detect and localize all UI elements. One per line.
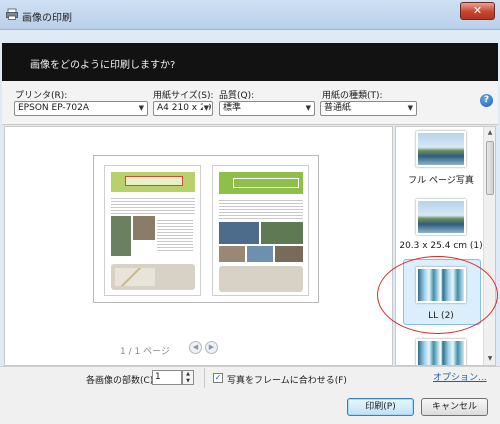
quality-label: 品質(Q): — [219, 91, 255, 101]
paper-size-select[interactable]: A4 210 x 29 ▼ — [153, 101, 213, 116]
paper-size-label: 用紙サイズ(S): — [153, 91, 214, 101]
page-photo — [261, 222, 303, 244]
preview-sheet — [93, 155, 319, 303]
printer-select[interactable]: EPSON EP-702A ▼ — [14, 101, 148, 116]
preview-page-left — [104, 165, 201, 296]
print-preview — [4, 126, 393, 366]
page-text — [157, 218, 193, 252]
quality-select[interactable]: 標準 ▼ — [219, 101, 315, 116]
title-bar: 画像の印刷 — [0, 0, 500, 30]
chevron-down-icon: ▼ — [305, 104, 311, 112]
scroll-down-icon[interactable]: ▼ — [484, 353, 496, 365]
window-title: 画像の印刷 — [22, 13, 72, 24]
printer-label: プリンタ(R): — [15, 91, 68, 101]
paper-type-select[interactable]: 普通紙 ▼ — [320, 101, 417, 116]
copies-input[interactable]: 1 — [152, 370, 182, 385]
page-photo — [133, 216, 155, 240]
layout-label-full-page: フル ページ写真 — [408, 176, 474, 186]
quality-value: 標準 — [223, 103, 242, 113]
page-photo — [247, 246, 273, 262]
page-counter: 1 / 1 ページ — [120, 347, 170, 357]
printer-value: EPSON EP-702A — [18, 103, 90, 113]
previous-page-button[interactable]: ◀ — [189, 341, 202, 354]
divider — [204, 368, 205, 388]
close-button[interactable]: ✕ — [460, 2, 495, 20]
chevron-down-icon: ▼ — [202, 102, 209, 115]
options-link[interactable]: オプション... — [433, 370, 487, 383]
fit-to-frame-checkbox[interactable]: ✓ — [213, 373, 223, 383]
chevron-down-icon: ▼ — [138, 104, 144, 112]
printer-icon — [6, 8, 18, 20]
cancel-button[interactable]: キャンセル — [421, 398, 488, 416]
page-text — [111, 196, 195, 214]
page-photo — [219, 222, 259, 244]
highlight-ellipse — [377, 256, 498, 334]
page-photo — [275, 246, 303, 262]
header-question: 画像をどのように印刷しますか? — [30, 60, 176, 71]
copies-stepper[interactable]: ▲ ▼ — [182, 370, 194, 385]
scroll-thumb[interactable] — [486, 141, 494, 195]
page-heading — [125, 176, 183, 186]
paper-type-label: 用紙の種類(T): — [322, 91, 383, 101]
page-text — [219, 198, 303, 220]
page-heading — [233, 178, 299, 188]
dialog-header: 画像をどのように印刷しますか? — [2, 43, 498, 81]
scroll-up-icon[interactable]: ▲ — [484, 127, 496, 139]
page-photo — [111, 216, 131, 256]
print-button[interactable]: 印刷(P) — [347, 398, 414, 416]
layout-scrollbar[interactable]: ▲ ▼ — [483, 127, 495, 365]
page-map — [115, 268, 155, 286]
layout-thumbnail-full-page[interactable] — [416, 131, 466, 167]
help-icon[interactable]: ? — [480, 94, 493, 107]
page-photo — [219, 246, 245, 262]
layout-label-20x25: 20.3 x 25.4 cm (1) — [399, 241, 483, 251]
layout-thumbnail-next[interactable] — [416, 339, 466, 365]
chevron-down-icon: ▼ — [407, 104, 413, 112]
page-map — [219, 266, 303, 292]
preview-page-right — [212, 165, 309, 296]
paper-type-value: 普通紙 — [324, 103, 352, 113]
next-page-button[interactable]: ▶ — [205, 341, 218, 354]
copies-label: 各画像の部数(C): — [86, 376, 157, 386]
fit-to-frame-label: 写真をフレームに合わせる(F) — [227, 376, 347, 386]
layout-thumbnail-20x25[interactable] — [416, 199, 466, 235]
